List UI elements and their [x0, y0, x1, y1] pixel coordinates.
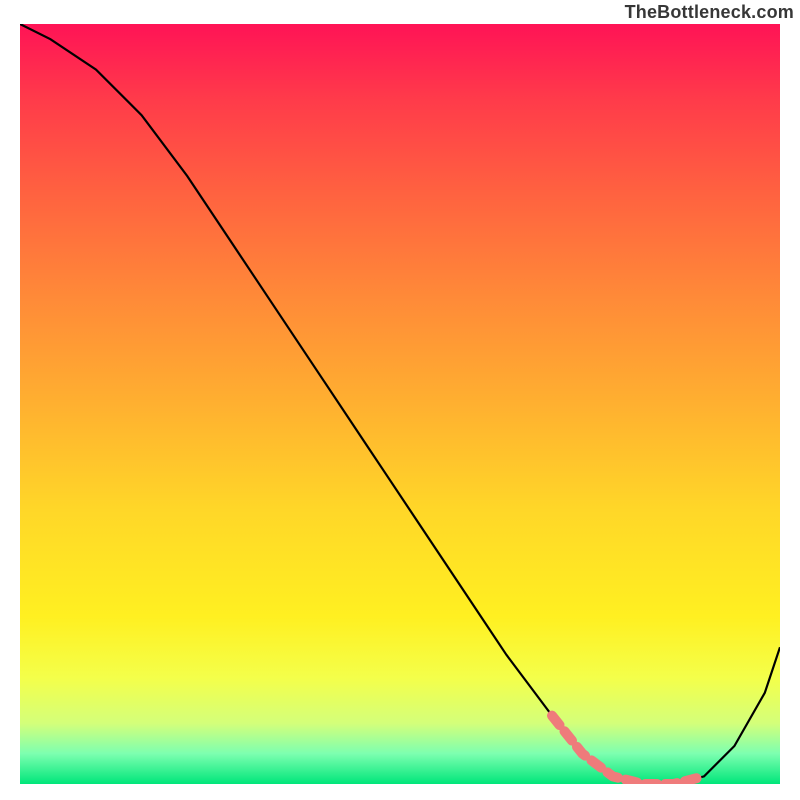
chart-plot-area [20, 24, 780, 784]
watermark-text: TheBottleneck.com [625, 2, 794, 23]
highlight-band [552, 716, 704, 784]
chart-svg [20, 24, 780, 784]
curve-line [20, 24, 780, 784]
